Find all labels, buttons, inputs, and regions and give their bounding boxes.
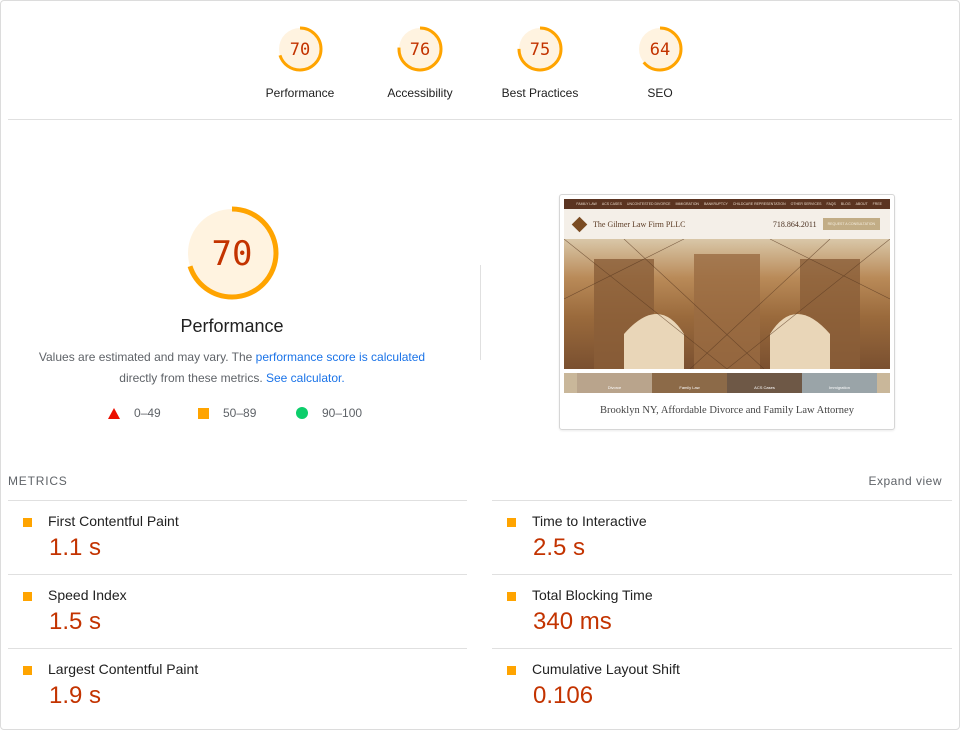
see-calculator-link[interactable]: See calculator. — [266, 371, 345, 385]
gauge-label: Performance — [265, 86, 335, 100]
average-square-icon — [23, 592, 32, 601]
expand-view-button[interactable]: Expand view — [868, 474, 942, 488]
site-nav-item: CHILDCARE REPRESENTATION — [732, 202, 786, 206]
service-thumbnails: Divorce Family Law ACS Cases Immigration — [564, 373, 890, 393]
site-nav-item: ABOUT — [855, 202, 868, 206]
average-square-icon — [507, 666, 516, 675]
legend-range: 90–100 — [322, 406, 363, 420]
site-nav-item: BLOG — [840, 202, 851, 206]
metric-value: 1.9 s — [49, 682, 102, 709]
firm-phone: 718.864.2011 — [772, 219, 817, 229]
triangle-icon — [108, 407, 120, 419]
metric-value: 1.1 s — [49, 534, 102, 561]
site-nav-item: ACS CASES — [601, 202, 622, 206]
site-nav-item: IMMIGRATION — [675, 202, 699, 206]
site-thumbnail: ACS Cases — [727, 373, 802, 393]
divider — [480, 265, 481, 360]
metric-value: 340 ms — [533, 608, 612, 635]
legend-average: 50–89 — [198, 406, 256, 420]
legend-pass: 90–100 — [296, 406, 362, 420]
site-thumbnail: Divorce — [577, 373, 652, 393]
square-icon — [198, 407, 209, 419]
bridge-hero-image — [563, 238, 891, 370]
metric-title: Total Blocking Time — [532, 587, 653, 603]
metric-cumulative-layout-shift: Cumulative Layout Shift 0.106 — [492, 648, 952, 722]
gauge-score: 64 — [650, 40, 670, 60]
firm-logo-icon — [571, 216, 588, 232]
legend-fail: 0–49 — [108, 406, 161, 420]
metric-title: Speed Index — [48, 587, 127, 603]
gauge-score: 76 — [410, 40, 430, 60]
gauge-score: 70 — [212, 234, 253, 274]
average-square-icon — [23, 518, 32, 527]
performance-main-gauge: 70 — [182, 203, 282, 303]
firm-name: The Gilmer Law Firm PLLC — [593, 219, 686, 229]
gauge-score: 75 — [530, 40, 550, 60]
metric-title: Time to Interactive — [532, 513, 647, 529]
circle-icon — [296, 407, 308, 419]
legend-range: 0–49 — [134, 406, 161, 420]
site-nav-item: OTHER SERVICES — [790, 202, 822, 206]
metric-time-to-interactive: Time to Interactive 2.5 s — [492, 500, 952, 574]
final-screenshot[interactable]: FAMILY LAW ACS CASES UNCONTESTED DIVORCE IM… — [559, 194, 895, 430]
metric-title: Largest Contentful Paint — [48, 661, 199, 677]
site-header: The Gilmer Law Firm PLLC 718.864.2011 RE… — [564, 209, 890, 239]
gauge-label: Accessibility — [387, 86, 453, 100]
metric-title: Cumulative Layout Shift — [532, 661, 680, 677]
site-nav-item: FAMILY LAW — [576, 202, 597, 206]
metric-value: 1.5 s — [49, 608, 102, 635]
metrics-header: METRICS — [8, 474, 68, 488]
performance-title: Performance — [180, 316, 284, 336]
average-square-icon — [507, 592, 516, 601]
desc-text: Values are estimated and may vary. The — [38, 350, 256, 364]
average-square-icon — [23, 666, 32, 675]
gauge-label: SEO — [647, 86, 673, 100]
metric-value: 0.106 — [533, 682, 594, 709]
category-gauge-performance[interactable]: 70 Performance — [250, 24, 350, 100]
site-nav-item: UNCONTESTED DIVORCE — [626, 202, 671, 206]
site-thumbnail: Family Law — [652, 373, 727, 393]
site-nav-item: FREE — [872, 202, 882, 206]
category-gauge-seo[interactable]: 64 SEO — [610, 24, 710, 100]
metric-total-blocking-time: Total Blocking Time 340 ms — [492, 574, 952, 648]
site-tagline: Brooklyn NY, Affordable Divorce and Fami… — [600, 405, 854, 416]
average-square-icon — [507, 518, 516, 527]
score-calculated-link[interactable]: performance score is calculated — [256, 350, 425, 364]
site-thumbnail: Immigration — [802, 373, 877, 393]
metric-speed-index: Speed Index 1.5 s — [8, 574, 467, 648]
desc-text: directly from these metrics. — [119, 371, 266, 385]
site-nav: FAMILY LAW ACS CASES UNCONTESTED DIVORCE IM… — [564, 199, 890, 209]
metric-value: 2.5 s — [533, 534, 586, 561]
description: Values are estimated and may vary. The p… — [20, 347, 444, 389]
gauge-label: Best Practices — [501, 86, 579, 100]
legend-range: 50–89 — [223, 406, 257, 420]
metric-largest-contentful-paint: Largest Contentful Paint 1.9 s — [8, 648, 467, 722]
metric-title: First Contentful Paint — [48, 513, 179, 529]
site-nav-item: FAQS — [826, 202, 836, 206]
separator — [8, 119, 952, 120]
category-gauge-accessibility[interactable]: 76 Accessibility — [370, 24, 470, 100]
consultation-button: REQUEST A CONSULTATION — [822, 218, 880, 230]
site-nav-item: BANKRUPTCY — [703, 202, 728, 206]
category-gauge-best-practices[interactable]: 75 Best Practices — [490, 24, 590, 100]
gauge-score: 70 — [290, 40, 310, 60]
metric-first-contentful-paint: First Contentful Paint 1.1 s — [8, 500, 467, 574]
